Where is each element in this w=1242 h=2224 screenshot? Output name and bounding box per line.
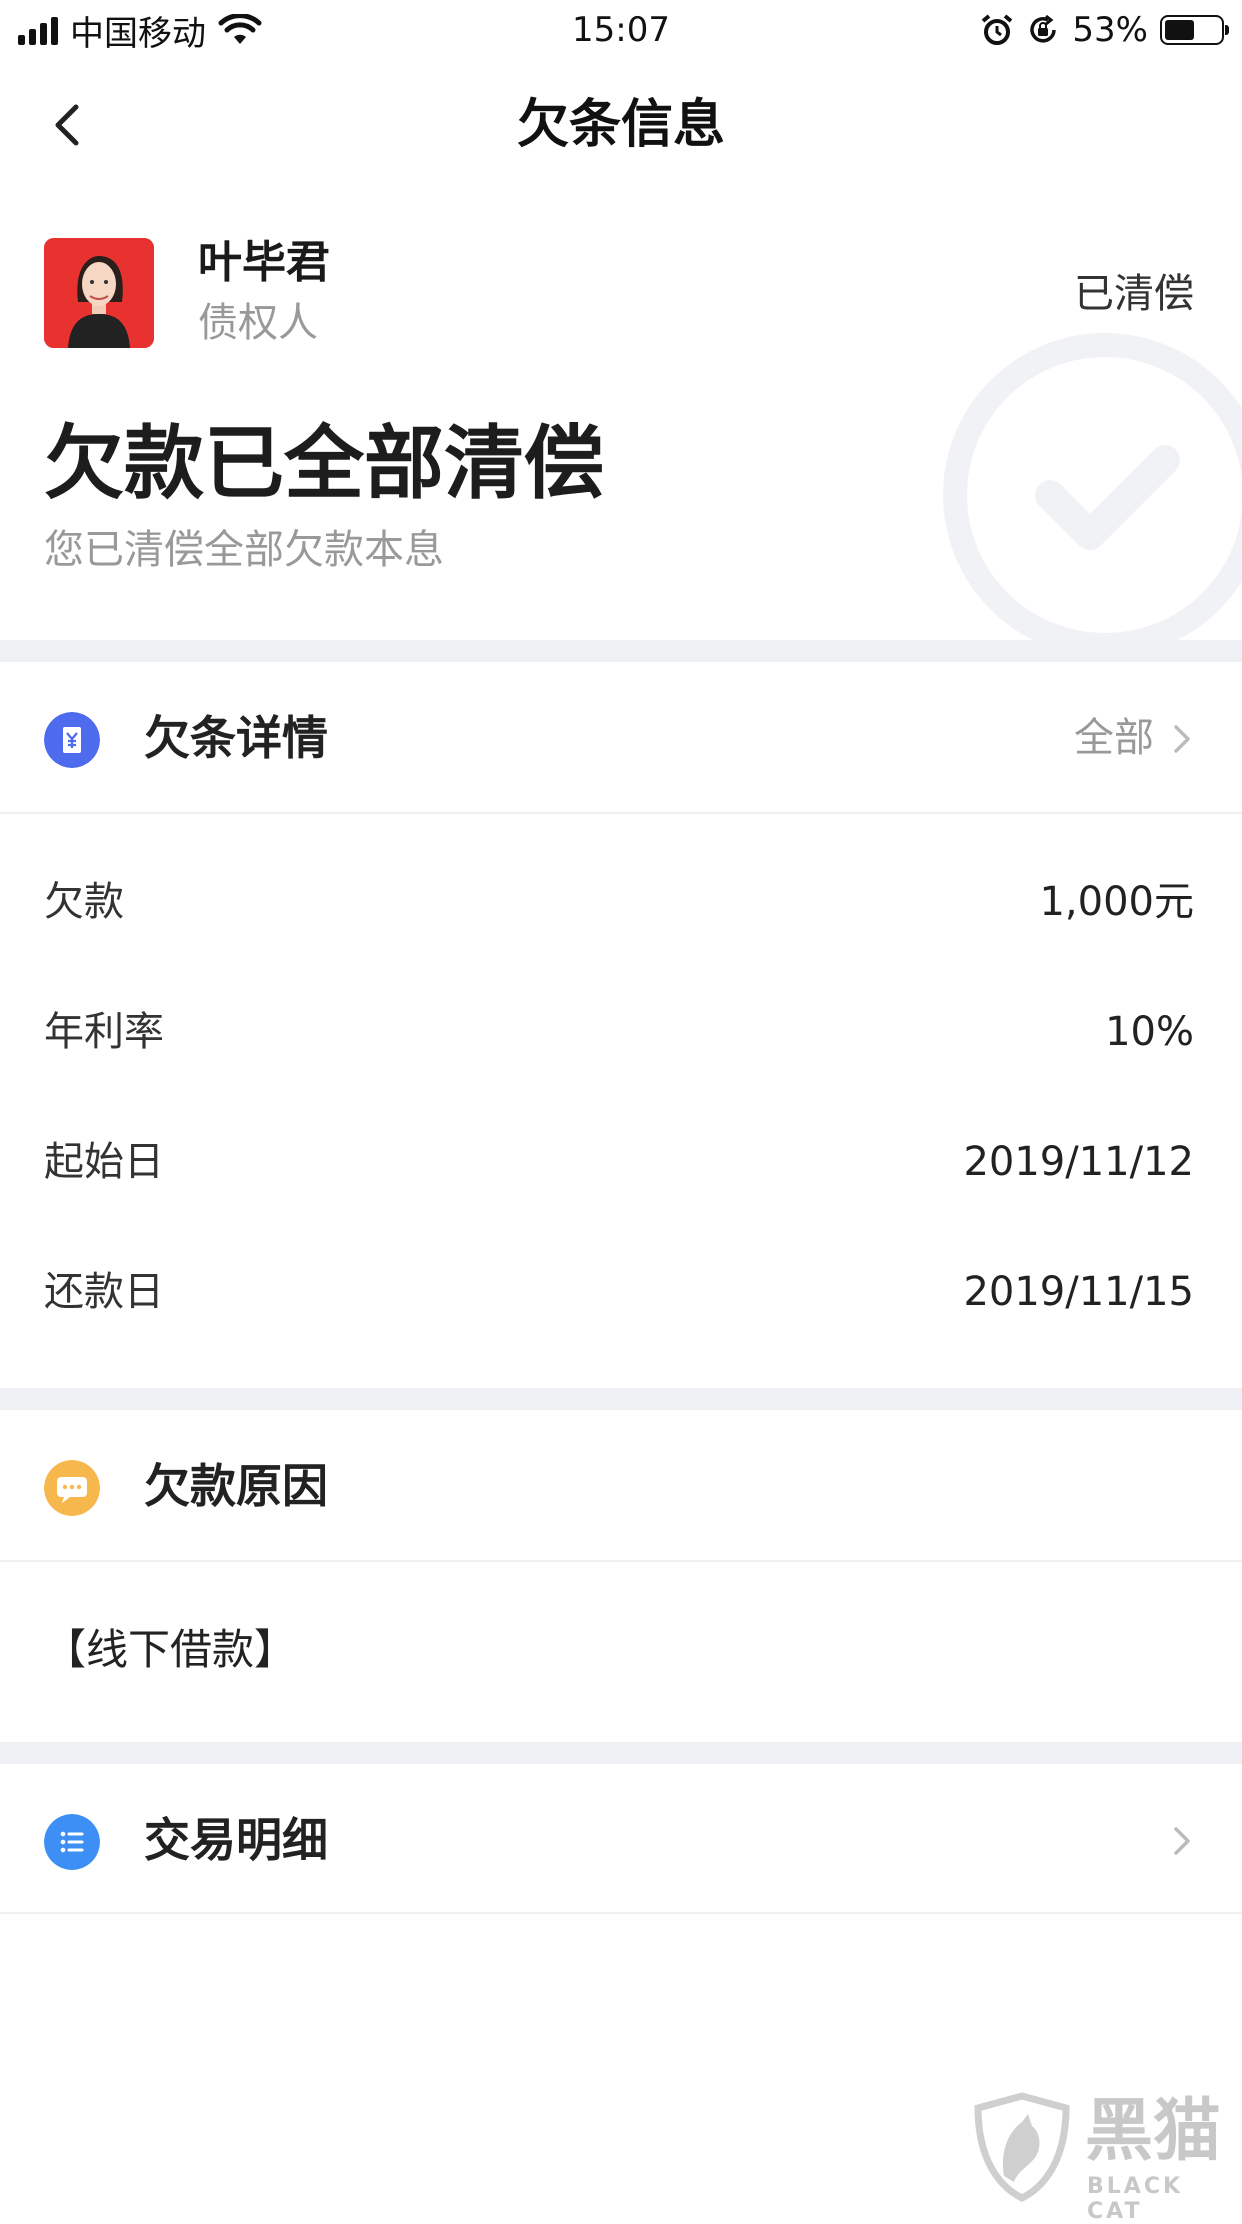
repaid-headline: 欠款已全部清偿 <box>44 417 604 510</box>
detail-row-start-date: 起始日 2019/11/12 <box>0 1114 1242 1214</box>
row-label: 欠款 <box>44 879 124 925</box>
row-value: 2019/11/12 <box>963 1139 1194 1185</box>
section-gap <box>0 640 1242 662</box>
list-icon <box>44 1814 100 1870</box>
avatar[interactable] <box>44 238 154 348</box>
row-label: 年利率 <box>44 1009 164 1055</box>
detail-row-rate: 年利率 10% <box>0 984 1242 1084</box>
reason-header: 欠款原因 <box>0 1410 1242 1560</box>
row-label: 起始日 <box>44 1139 164 1185</box>
nav-bar: 欠条信息 <box>0 60 1242 190</box>
receipt-yen-icon <box>44 712 100 768</box>
battery-percent: 53% <box>1072 10 1148 50</box>
detail-row-due-date: 还款日 2019/11/15 <box>0 1244 1242 1344</box>
check-circle-icon <box>943 333 1242 657</box>
chevron-right-icon[interactable] <box>1168 1824 1196 1858</box>
divider <box>0 1912 1242 1914</box>
divider <box>0 812 1242 814</box>
section-gap <box>0 1742 1242 1764</box>
row-label: 还款日 <box>44 1269 164 1315</box>
reason-title: 欠款原因 <box>144 1459 328 1513</box>
details-all-link[interactable]: 全部 <box>1074 710 1154 766</box>
details-header[interactable]: 欠条详情 全部 <box>0 662 1242 812</box>
rotation-lock-icon <box>1030 14 1057 43</box>
battery-icon <box>1160 15 1229 45</box>
watermark-sub: BLACK CAT <box>1087 2174 1184 2224</box>
page-title: 欠条信息 <box>516 95 725 155</box>
transactions-header[interactable]: 交易明细 <box>0 1764 1242 1914</box>
status-badge: 已清偿 <box>1074 271 1194 317</box>
details-title: 欠条详情 <box>144 711 328 765</box>
divider <box>0 1560 1242 1562</box>
row-value: 10% <box>1105 1009 1194 1055</box>
message-dots-icon <box>44 1460 100 1516</box>
row-value: 2019/11/15 <box>963 1269 1194 1315</box>
chevron-right-icon[interactable] <box>1168 722 1196 756</box>
alarm-icon <box>982 14 1013 45</box>
watermark-text: 黑猫 <box>1085 2092 1222 2171</box>
detail-row-amount: 欠款 1,000元 <box>0 854 1242 954</box>
creditor-role: 债权人 <box>198 300 318 346</box>
reason-text: 【线下借款】 <box>44 1625 297 1674</box>
repaid-subline: 您已清偿全部欠款本息 <box>44 527 444 573</box>
section-gap <box>0 1388 1242 1410</box>
status-bar: 中国移动 15:07 53% <box>0 0 1242 60</box>
row-value: 1,000元 <box>1039 879 1194 925</box>
transactions-title: 交易明细 <box>144 1813 328 1867</box>
creditor-name: 叶毕君 <box>198 237 330 288</box>
cat-shield-logo <box>974 2092 1070 2202</box>
